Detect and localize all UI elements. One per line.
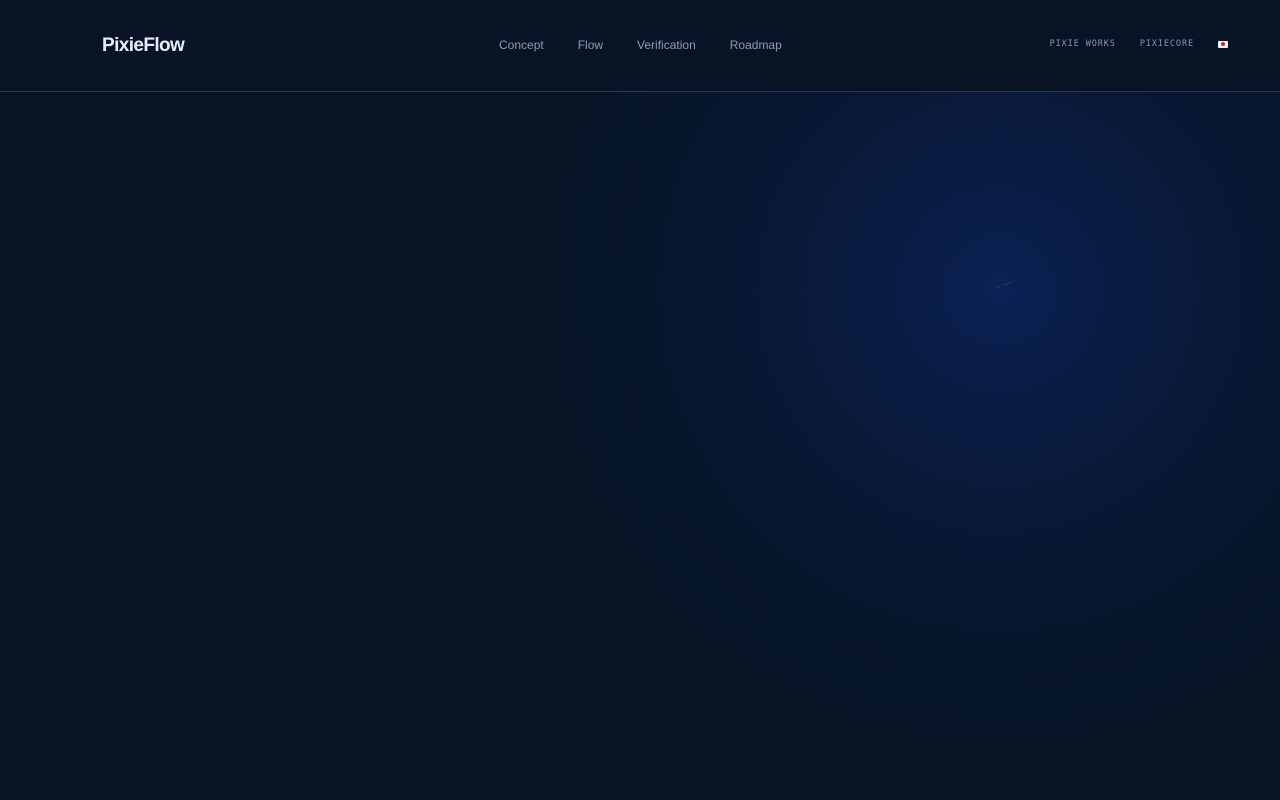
site-logo[interactable]: PixieFlow (102, 34, 185, 58)
nav-verification[interactable]: Verification (620, 36, 713, 54)
background-glow (0, 0, 1280, 800)
pixie-works-link[interactable]: PIXIE WORKS (1050, 37, 1116, 51)
sparkle-icon (995, 281, 1013, 295)
nav-concept[interactable]: Concept (482, 36, 561, 54)
site-header: PixieFlow Concept Flow Verification Road… (0, 0, 1280, 92)
pixiecore-link[interactable]: PIXIECORE (1140, 37, 1194, 51)
main-nav: Concept Flow Verification Roadmap (482, 36, 799, 54)
nav-flow[interactable]: Flow (561, 36, 620, 54)
nav-roadmap[interactable]: Roadmap (713, 36, 799, 54)
japan-flag-icon[interactable] (1218, 40, 1228, 48)
page: PixieFlow Concept Flow Verification Road… (0, 0, 1280, 800)
utility-links: PIXIE WORKS PIXIECORE (1026, 37, 1228, 51)
